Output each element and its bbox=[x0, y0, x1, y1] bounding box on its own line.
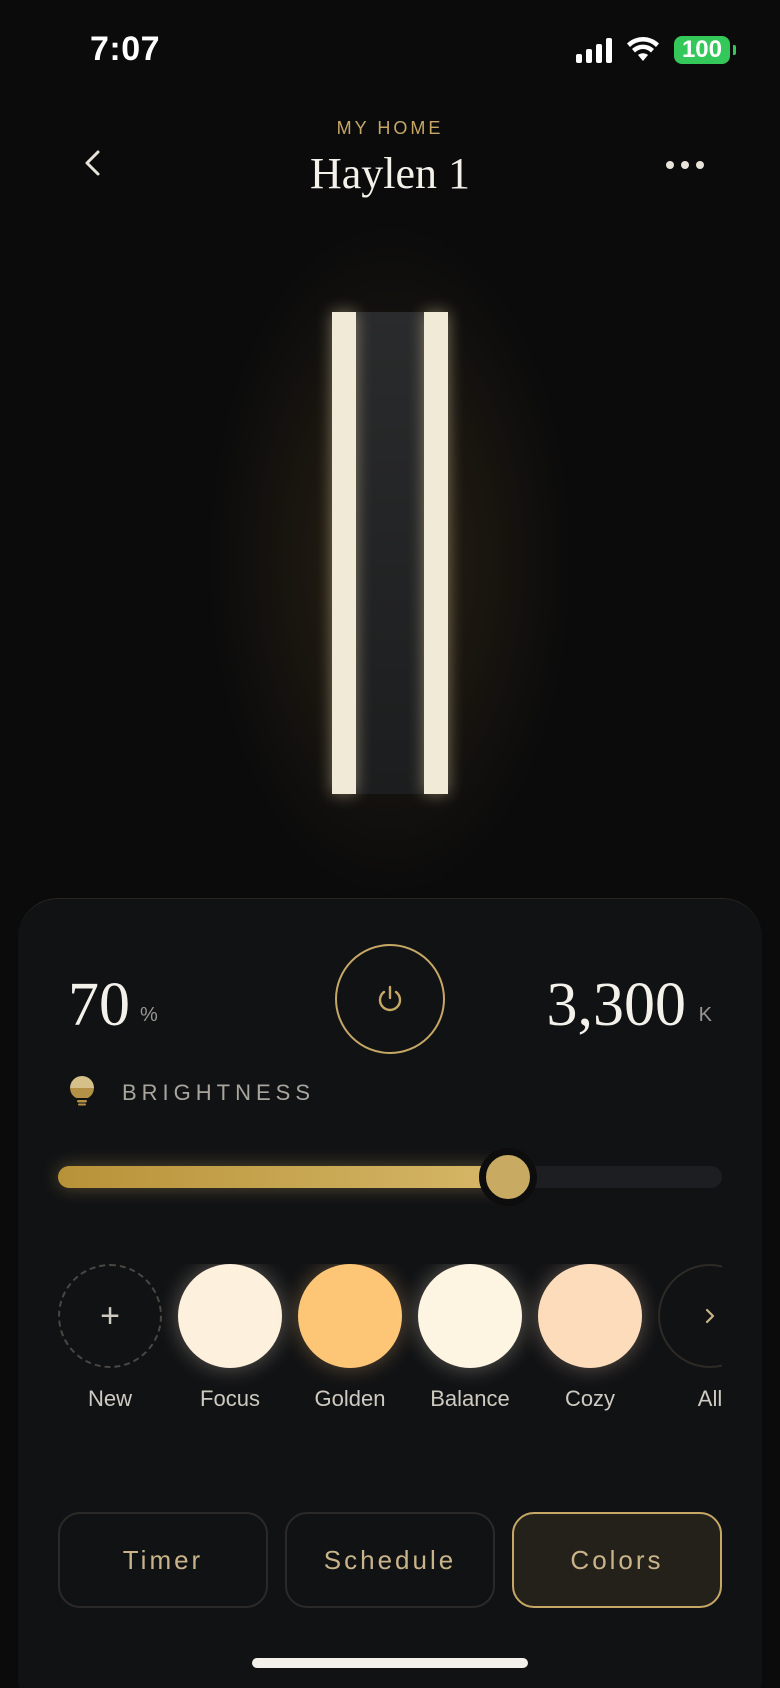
ellipsis-icon bbox=[666, 161, 674, 169]
preset-swatch bbox=[418, 1264, 522, 1368]
preset-golden[interactable]: Golden bbox=[298, 1264, 402, 1412]
brightness-value: 70 bbox=[68, 971, 130, 1039]
power-icon bbox=[378, 985, 402, 1012]
preset-label: New bbox=[87, 1386, 132, 1411]
preset-swatch bbox=[178, 1264, 282, 1368]
preset-label: All bbox=[697, 1386, 722, 1411]
preset-label: Focus bbox=[200, 1386, 260, 1411]
tab-colors[interactable]: Colors bbox=[512, 1512, 722, 1608]
brightness-slider[interactable] bbox=[58, 1148, 722, 1206]
preset-all[interactable]: All bbox=[658, 1264, 722, 1412]
lamp-light-bar-right bbox=[424, 312, 448, 794]
bulb-icon bbox=[70, 1076, 94, 1106]
status-time: 7:07 bbox=[90, 30, 161, 68]
brightness-slider-fill bbox=[58, 1166, 523, 1188]
brightness-label: BRIGHTNESS bbox=[122, 1080, 316, 1105]
power-button[interactable] bbox=[335, 944, 445, 1054]
lamp-illustration bbox=[332, 312, 448, 794]
cellular-signal-icon bbox=[575, 37, 612, 63]
preset-new[interactable]: + New bbox=[58, 1264, 162, 1412]
screen: 7:07 100 MY HOME Haylen 1 70 % 3,300 K B… bbox=[0, 0, 780, 1688]
preset-focus[interactable]: Focus bbox=[178, 1264, 282, 1412]
home-indicator bbox=[252, 1658, 528, 1668]
preset-balance[interactable]: Balance bbox=[418, 1264, 522, 1412]
lamp-light-bar-left bbox=[332, 312, 356, 794]
device-title: Haylen 1 bbox=[309, 149, 471, 198]
preset-swatch bbox=[298, 1264, 402, 1368]
color-presets: + New Focus Golden Balance Cozy All bbox=[58, 1264, 722, 1414]
more-options-button[interactable] bbox=[666, 150, 710, 180]
color-temperature-value: 3,300 bbox=[546, 971, 687, 1039]
preset-label: Balance bbox=[430, 1386, 510, 1411]
tab-schedule[interactable]: Schedule bbox=[285, 1512, 495, 1608]
preset-swatch bbox=[538, 1264, 642, 1368]
battery-icon: 100 bbox=[673, 36, 737, 64]
chevron-right-icon bbox=[658, 1264, 722, 1368]
wifi-icon bbox=[626, 37, 659, 61]
add-icon: + bbox=[58, 1264, 162, 1368]
tab-timer[interactable]: Timer bbox=[58, 1512, 268, 1608]
preset-cozy[interactable]: Cozy bbox=[538, 1264, 642, 1412]
preset-label: Golden bbox=[314, 1386, 386, 1411]
brightness-slider-thumb[interactable] bbox=[478, 1148, 537, 1206]
lamp-body bbox=[354, 312, 426, 794]
home-label: MY HOME bbox=[336, 118, 444, 138]
brightness-unit: % bbox=[140, 1004, 158, 1026]
preset-label: Cozy bbox=[564, 1386, 616, 1411]
status-icons: 100 bbox=[575, 36, 737, 64]
color-temperature-unit: K bbox=[698, 1004, 712, 1026]
